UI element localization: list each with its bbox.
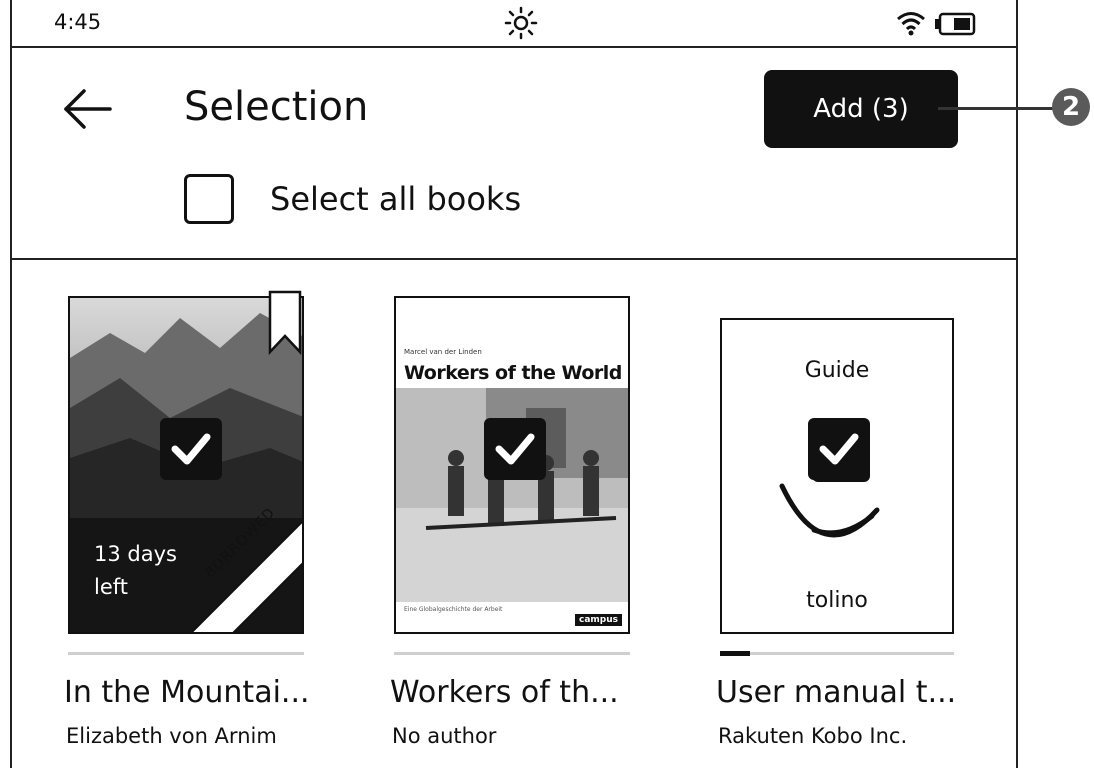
cover-guide-text: Guide — [804, 358, 870, 383]
selection-header: Selection Add (3) Select all books — [12, 48, 1016, 260]
reading-progress-bar — [720, 651, 954, 656]
tolino-logo: tolino — [806, 588, 868, 613]
sun-icon[interactable] — [504, 6, 538, 44]
select-all-checkbox[interactable] — [184, 174, 234, 224]
battery-icon — [934, 12, 976, 40]
back-arrow-icon[interactable] — [60, 86, 116, 132]
book-author: No author — [392, 724, 497, 748]
reading-progress-bar — [68, 652, 304, 655]
callout-line — [938, 107, 1058, 110]
book-title: Workers of th... — [390, 675, 619, 710]
selected-checkmark-icon[interactable] — [160, 418, 222, 480]
book-author: Elizabeth von Arnim — [66, 724, 277, 748]
add-button[interactable]: Add (3) — [764, 70, 958, 148]
wifi-icon — [896, 10, 926, 40]
cover-title-text: Workers of the World — [404, 362, 622, 384]
book-title: User manual t... — [716, 675, 957, 710]
select-all-label: Select all books — [270, 180, 522, 218]
select-all-books[interactable]: Select all books — [184, 174, 521, 224]
cover-subtitle-text: Eine Globalgeschichte der Arbeit — [404, 606, 503, 613]
selected-checkmark-icon[interactable] — [808, 418, 870, 480]
bookmark-icon — [268, 290, 302, 360]
cover-author-text: Marcel van der Linden — [404, 348, 482, 356]
loan-left-label: left — [94, 575, 129, 599]
page-title: Selection — [184, 84, 369, 130]
status-time: 4:45 — [54, 10, 102, 34]
selected-checkmark-icon[interactable] — [484, 418, 546, 480]
reading-progress-bar — [394, 652, 630, 655]
book-author: Rakuten Kobo Inc. — [718, 724, 908, 748]
reader-screen: 4:45 Selection Add (3) Select all books … — [10, 0, 1018, 768]
callout-number-badge: 2 — [1052, 88, 1090, 126]
loan-days-left: 13 days — [94, 542, 177, 566]
book-title: In the Mountai... — [64, 675, 310, 710]
status-bar: 4:45 — [12, 0, 1016, 48]
reading-progress-fill — [720, 651, 751, 656]
publisher-logo: campus — [575, 614, 622, 626]
